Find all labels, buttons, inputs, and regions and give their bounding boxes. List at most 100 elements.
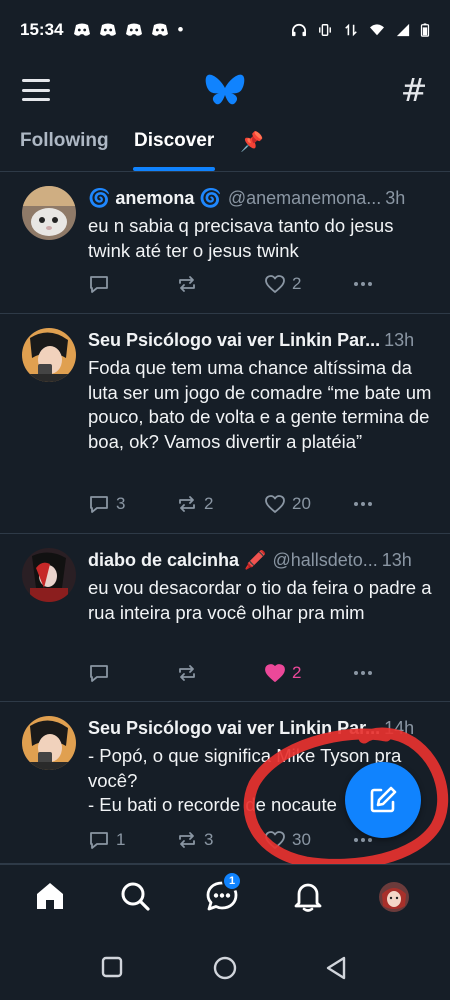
tab-pinned[interactable]: 📌 xyxy=(240,130,264,154)
tab-discover[interactable]: Discover xyxy=(134,130,214,152)
status-time: 15:34 xyxy=(20,20,64,39)
avatar[interactable] xyxy=(22,548,76,602)
post-time: 13h xyxy=(381,550,412,570)
repost-icon xyxy=(179,665,195,681)
discord-icon xyxy=(74,23,91,36)
reply-button[interactable] xyxy=(88,273,116,295)
repost-button[interactable] xyxy=(176,662,204,684)
reply-button[interactable]: 3 xyxy=(88,493,125,515)
post-actions: 2 xyxy=(88,662,432,688)
search-icon[interactable] xyxy=(118,879,152,913)
like-button[interactable]: 2 xyxy=(264,273,301,295)
system-status-icons xyxy=(290,23,430,37)
repost-button[interactable]: 3 xyxy=(176,829,213,851)
more-icon xyxy=(354,502,372,506)
post[interactable]: 🌀 anemona 🌀 @anemanemona... 3h eu n sabi… xyxy=(0,172,450,314)
status-bar: 15:34 • xyxy=(0,0,450,60)
more-options-button[interactable] xyxy=(352,493,374,515)
repost-icon xyxy=(179,832,195,848)
author-name[interactable]: diabo de calcinha 🖍️ xyxy=(88,550,266,571)
post-actions: 3 2 20 xyxy=(88,493,432,519)
vibrate-icon xyxy=(319,24,331,36)
author-handle[interactable]: @anemanemona... xyxy=(228,188,381,209)
heart-icon xyxy=(265,275,285,293)
active-tab-indicator xyxy=(133,167,215,171)
tab-following[interactable]: Following xyxy=(20,130,109,152)
post-header: Seu Psicólogo vai ver Linkin Par... 13h xyxy=(88,330,432,351)
post-time: 13h xyxy=(384,330,415,350)
reply-icon xyxy=(90,496,108,513)
like-button[interactable]: 20 xyxy=(264,493,311,515)
like-count: 2 xyxy=(292,663,302,682)
reply-icon xyxy=(90,832,108,849)
like-count: 30 xyxy=(292,830,311,849)
feeds-hash-button[interactable]: # xyxy=(398,74,430,106)
heart-icon xyxy=(265,831,285,849)
compose-post-button[interactable] xyxy=(345,762,421,838)
author-handle[interactable]: @hallsdeto... xyxy=(272,550,377,571)
post[interactable]: diabo de calcinha 🖍️ @hallsdeto... 13h e… xyxy=(0,534,450,702)
top-bar: # xyxy=(0,60,450,120)
discord-icon xyxy=(152,23,169,36)
more-icon xyxy=(354,671,372,675)
messages-badge: 1 xyxy=(222,871,242,891)
like-count: 20 xyxy=(292,494,311,513)
bluesky-butterfly-logo[interactable] xyxy=(203,68,247,112)
system-navigation-bar xyxy=(0,928,450,1000)
avatar[interactable] xyxy=(22,186,76,240)
more-notifications-dot: • xyxy=(177,20,184,39)
reply-icon xyxy=(90,276,108,293)
reply-count: 1 xyxy=(116,830,126,849)
reply-button[interactable]: 1 xyxy=(88,829,125,851)
avatar[interactable] xyxy=(22,328,76,382)
post[interactable]: Seu Psicólogo vai ver Linkin Par... 13h … xyxy=(0,314,450,534)
post-text: Foda que tem uma chance altíssima da lut… xyxy=(88,357,432,452)
post-header: diabo de calcinha 🖍️ @hallsdeto... 13h xyxy=(88,550,432,571)
reply-count: 3 xyxy=(116,494,126,513)
feed-tabs: Following Discover 📌 xyxy=(0,120,450,172)
repost-count: 3 xyxy=(204,830,214,849)
menu-button[interactable] xyxy=(20,76,52,104)
more-options-button[interactable] xyxy=(352,273,374,295)
author-name[interactable]: 🌀 anemona 🌀 xyxy=(88,188,222,209)
reply-icon xyxy=(90,665,108,682)
like-count: 2 xyxy=(292,274,302,293)
notification-icons: • xyxy=(73,20,183,40)
battery-icon xyxy=(420,23,430,37)
post-actions: 2 xyxy=(88,273,432,299)
profile-avatar[interactable] xyxy=(379,882,409,912)
compose-icon xyxy=(370,786,397,813)
post-header: 🌀 anemona 🌀 @anemanemona... 3h xyxy=(88,188,432,209)
repost-button[interactable] xyxy=(176,273,204,295)
author-name[interactable]: Seu Psicólogo vai ver Linkin Par... xyxy=(88,718,380,739)
notifications-bell-icon[interactable] xyxy=(291,879,325,913)
repost-count: 2 xyxy=(204,494,214,513)
more-options-button[interactable] xyxy=(352,662,374,684)
author-name[interactable]: Seu Psicólogo vai ver Linkin Par... xyxy=(88,330,380,351)
heart-icon xyxy=(265,495,285,513)
wifi-icon xyxy=(370,24,384,36)
home-circle-icon[interactable] xyxy=(213,956,237,980)
repost-icon xyxy=(179,496,195,512)
bottom-navigation: 1 xyxy=(0,864,450,928)
post-time: 14h xyxy=(384,718,415,738)
recent-apps-icon[interactable] xyxy=(101,956,123,978)
post-text: eu vou desacordar o tio da feira o padre… xyxy=(88,577,432,623)
back-triangle-icon[interactable] xyxy=(325,956,347,980)
reply-button[interactable] xyxy=(88,662,116,684)
headphones-icon xyxy=(292,23,306,37)
more-icon xyxy=(354,282,372,286)
repost-button[interactable]: 2 xyxy=(176,493,213,515)
like-button[interactable]: 2 xyxy=(264,662,301,684)
heart-filled-icon xyxy=(265,664,285,682)
data-transfer-icon xyxy=(345,23,357,37)
avatar[interactable] xyxy=(22,716,76,770)
home-icon[interactable] xyxy=(33,879,67,913)
post-text: eu n sabia q precisava tanto do jesus tw… xyxy=(88,215,394,261)
signal-icon xyxy=(396,23,410,37)
post-time: 3h xyxy=(385,188,406,208)
like-button[interactable]: 30 xyxy=(264,829,311,851)
repost-icon xyxy=(179,276,195,292)
post-header: Seu Psicólogo vai ver Linkin Par... 14h xyxy=(88,718,432,739)
discord-icon xyxy=(100,23,117,36)
